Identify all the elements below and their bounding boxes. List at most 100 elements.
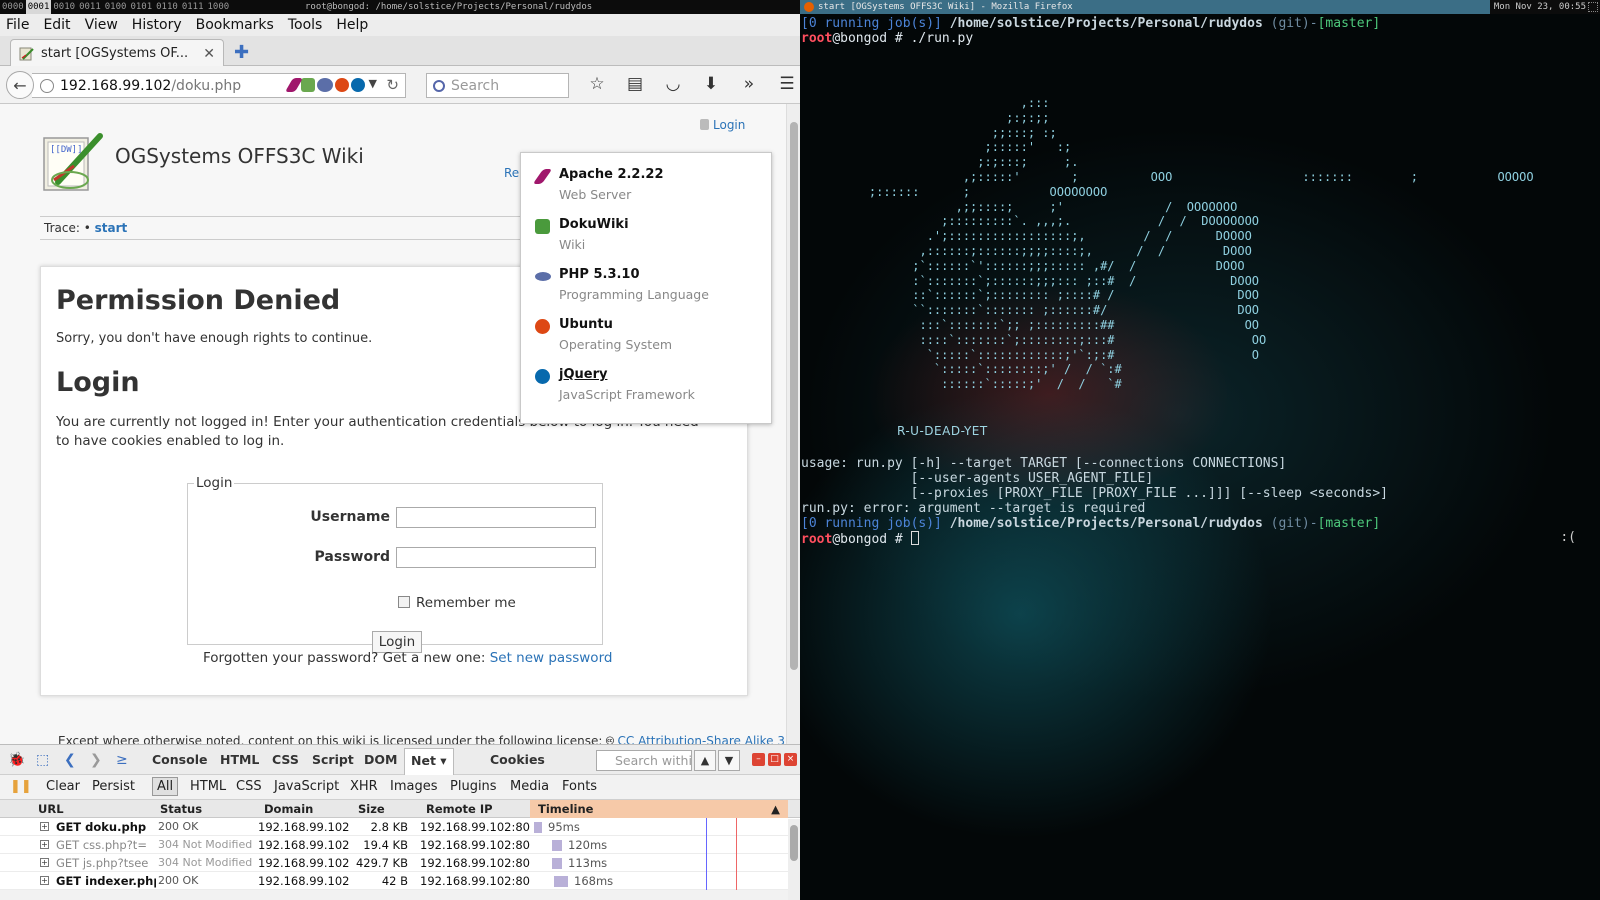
firefox-window-title[interactable]: start [OGSystems OFFS3C Wiki] - Mozilla … xyxy=(800,0,1490,14)
table-row[interactable]: + GET indexer.php 200 OK 192.168.99.102 42 B… xyxy=(0,872,800,890)
page-scrollbar-thumb[interactable] xyxy=(790,122,798,670)
tab-css[interactable]: CSS xyxy=(272,752,299,767)
workspace-0011[interactable]: 0011 xyxy=(77,0,103,14)
filter-images[interactable]: Images xyxy=(390,779,438,794)
bookmark-star-icon[interactable]: ☆ xyxy=(578,74,616,94)
wappalyzer-icons[interactable] xyxy=(284,78,365,92)
layout-grid-icon[interactable] xyxy=(1588,2,1598,12)
filter-html[interactable]: HTML xyxy=(190,779,226,794)
trace-start-link[interactable]: start xyxy=(95,221,128,235)
col-status[interactable]: Status xyxy=(160,802,202,816)
search-prev-button[interactable]: ▲ xyxy=(694,750,716,771)
net-scrollbar-thumb[interactable] xyxy=(790,825,798,861)
terminal-cursor[interactable] xyxy=(910,531,919,545)
menu-bookmarks[interactable]: Bookmarks xyxy=(196,17,274,33)
tab-net[interactable]: Net ▾ xyxy=(404,748,454,775)
downloads-icon[interactable]: ⬇ xyxy=(692,74,730,94)
back-button[interactable]: ← xyxy=(6,71,34,99)
expand-row-icon[interactable]: + xyxy=(40,876,49,885)
command-line-icon[interactable]: ≥ xyxy=(116,752,132,768)
expand-row-icon[interactable]: + xyxy=(40,840,49,849)
app-jquery[interactable]: jQuery JavaScript Framework xyxy=(535,365,765,411)
forward-arrow-icon[interactable]: ❯ xyxy=(90,752,106,768)
expand-row-icon[interactable]: + xyxy=(40,858,49,867)
hamburger-menu-icon[interactable]: ☰ xyxy=(768,74,800,94)
workspace-0110[interactable]: 0110 xyxy=(154,0,180,14)
workspace-1000[interactable]: 1000 xyxy=(206,0,232,14)
command-line-2[interactable]: root@bongod # xyxy=(801,531,919,547)
license-link[interactable]: CC Attribution-Share Alike 3.0 xyxy=(618,734,786,744)
table-row[interactable]: + GET doku.php 200 OK 192.168.99.102 2.8 KB 1… xyxy=(0,818,800,836)
app-apache[interactable]: Apache 2.2.22 Web Server xyxy=(532,165,765,211)
col-size[interactable]: Size xyxy=(358,802,385,816)
app-dokuwiki[interactable]: DokuWiki Wiki xyxy=(535,215,765,261)
top-login-link[interactable]: Login xyxy=(700,118,745,132)
reload-icon[interactable]: ↻ xyxy=(386,76,399,94)
menu-history[interactable]: History xyxy=(132,17,182,33)
tab-script[interactable]: Script xyxy=(312,752,354,767)
col-timeline[interactable]: Timeline ▲ xyxy=(530,800,788,818)
workspace-0000[interactable]: 0000 xyxy=(0,0,26,14)
menu-view[interactable]: View xyxy=(85,17,118,33)
col-domain[interactable]: Domain xyxy=(264,802,313,816)
remember-me-checkbox[interactable] xyxy=(398,596,410,608)
browser-tab[interactable]: start [OGSystems OF... ✕ xyxy=(10,39,224,67)
firebug-search-input[interactable]: Search withi xyxy=(596,750,692,771)
col-remote-ip[interactable]: Remote IP xyxy=(426,802,493,816)
menu-help[interactable]: Help xyxy=(336,17,368,33)
search-bar[interactable]: Search xyxy=(426,73,569,98)
tab-dom[interactable]: DOM xyxy=(364,752,397,767)
app-ubuntu[interactable]: Ubuntu Operating System xyxy=(535,315,765,361)
workspace-0111[interactable]: 0111 xyxy=(180,0,206,14)
table-row[interactable]: + GET js.php?tsee 304 Not Modified 192.168.… xyxy=(0,854,800,872)
close-tab-icon[interactable]: ✕ xyxy=(203,46,215,62)
filter-css[interactable]: CSS xyxy=(236,779,262,794)
net-scrollbar[interactable] xyxy=(788,819,800,900)
page-scrollbar[interactable] xyxy=(786,104,800,744)
tab-cookies[interactable]: Cookies xyxy=(490,752,545,767)
col-url[interactable]: URL xyxy=(38,802,64,816)
url-dropdown-icon[interactable]: ▼ xyxy=(369,77,377,90)
persist-button[interactable]: Persist xyxy=(92,779,135,794)
firebug-icon[interactable]: 🐞 xyxy=(8,752,25,768)
tab-console[interactable]: Console xyxy=(152,752,207,767)
workspace-0001[interactable]: 0001 xyxy=(25,0,52,14)
menu-tools[interactable]: Tools xyxy=(288,17,323,33)
password-input[interactable] xyxy=(396,547,596,568)
pocket-icon[interactable]: ◡ xyxy=(654,74,692,94)
username-input[interactable] xyxy=(396,507,596,528)
back-arrow-icon[interactable]: ❮ xyxy=(64,752,80,768)
filter-javascript[interactable]: JavaScript xyxy=(274,779,339,794)
site-title[interactable]: OGSystems OFFS3C Wiki xyxy=(115,144,364,168)
new-tab-icon[interactable]: ✚ xyxy=(234,42,249,63)
menu-file[interactable]: File xyxy=(6,17,29,33)
bookmarks-list-icon[interactable]: ▤ xyxy=(616,74,654,94)
workspace-0010[interactable]: 0010 xyxy=(51,0,77,14)
filter-plugins[interactable]: Plugins xyxy=(450,779,497,794)
recent-changes-link[interactable]: Re xyxy=(504,166,519,180)
table-row[interactable]: + GET css.php?t= 304 Not Modified 192.168.9… xyxy=(0,836,800,854)
workspace-0101[interactable]: 0101 xyxy=(128,0,154,14)
terminal-window[interactable]: [0 running job(s)] /home/solstice/Projec… xyxy=(800,14,1600,900)
filter-media[interactable]: Media xyxy=(510,779,549,794)
tab-html[interactable]: HTML xyxy=(220,752,259,767)
inspect-icon[interactable]: ⬚ xyxy=(36,752,52,768)
detach-panel-icon[interactable]: □ xyxy=(768,753,781,766)
overflow-chevron-icon[interactable]: » xyxy=(730,74,768,94)
filter-xhr[interactable]: XHR xyxy=(350,779,378,794)
set-new-password-link[interactable]: Set new password xyxy=(490,650,613,666)
clear-button[interactable]: Clear xyxy=(46,779,80,794)
app-php[interactable]: PHP 5.3.10 Programming Language xyxy=(535,265,765,311)
pause-icon[interactable]: ❚❚ xyxy=(10,779,32,794)
menu-edit[interactable]: Edit xyxy=(43,17,70,33)
minimize-panel-icon[interactable]: – xyxy=(752,753,765,766)
search-next-button[interactable]: ▼ xyxy=(718,750,740,771)
terminal-window-title[interactable]: root@bongod: /home/solstice/Projects/Per… xyxy=(305,0,592,14)
filter-all[interactable]: All xyxy=(152,777,179,796)
filter-fonts[interactable]: Fonts xyxy=(562,779,597,794)
expand-row-icon[interactable]: + xyxy=(40,822,49,831)
url-bar[interactable]: 192.168.99.102/doku.php ▼ ↻ xyxy=(32,73,406,98)
close-panel-icon[interactable]: × xyxy=(784,753,797,766)
workspace-0100[interactable]: 0100 xyxy=(103,0,129,14)
remember-me-row[interactable]: Remember me xyxy=(398,595,516,611)
